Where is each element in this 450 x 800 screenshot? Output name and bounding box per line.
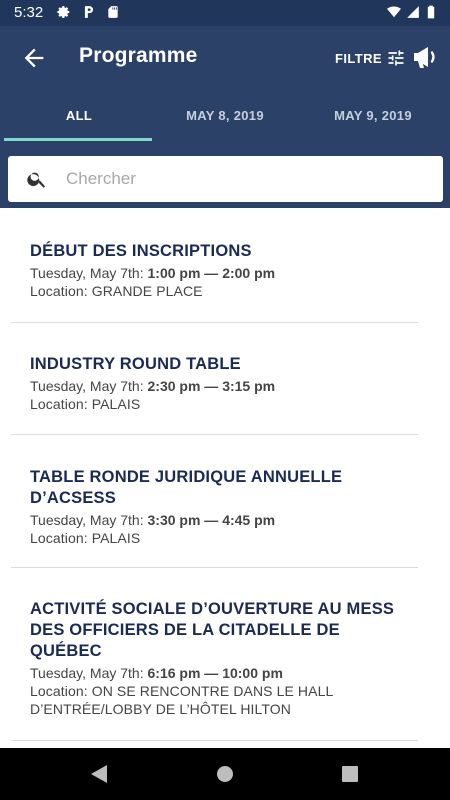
- event-day: Tuesday, May 7th:: [30, 265, 148, 281]
- filter-sliders-icon: [388, 50, 404, 66]
- divider: [11, 740, 418, 741]
- event-item[interactable]: ACTIVITÉ SOCIALE D’OUVERTURE AU MESS DES…: [11, 599, 418, 718]
- event-location: Location: GRANDE PLACE: [30, 283, 203, 299]
- status-bar: 5:32: [0, 0, 450, 26]
- app-bar: Programme FILTRE: [0, 26, 450, 90]
- event-day: Tuesday, May 7th:: [30, 665, 148, 681]
- tab-may-9[interactable]: MAY 9, 2019: [298, 90, 448, 142]
- event-title: DÉBUT DES INSCRIPTIONS: [30, 242, 252, 260]
- tab-indicator: [4, 138, 152, 141]
- tab-may-8[interactable]: MAY 8, 2019: [150, 90, 300, 142]
- event-day: Tuesday, May 7th:: [30, 378, 148, 394]
- event-location: Location: PALAIS: [30, 530, 141, 546]
- event-time: Tuesday, May 7th: 2:30 pm — 3:15 pm: [30, 377, 418, 395]
- home-circle-icon[interactable]: [216, 764, 234, 784]
- filter-label: FILTRE: [335, 50, 382, 66]
- recents-square-icon[interactable]: [341, 764, 359, 784]
- event-time: Tuesday, May 7th: 6:16 pm — 10:00 pm: [30, 664, 418, 682]
- event-hours: 2:30 pm — 3:15 pm: [147, 378, 276, 394]
- event-day: Tuesday, May 7th:: [30, 512, 148, 528]
- event-item[interactable]: DÉBUT DES INSCRIPTIONS Tuesday, May 7th:…: [11, 241, 418, 300]
- event-title-line: D’ACSESS: [30, 489, 116, 507]
- search-box: [8, 156, 443, 202]
- event-title-line: DES OFFICIERS DE LA CITADELLE DE: [30, 621, 340, 639]
- megaphone-icon[interactable]: [412, 44, 440, 70]
- system-nav-bar: [0, 748, 450, 800]
- status-time: 5:32: [14, 4, 44, 21]
- event-title-line: TABLE RONDE JURIDIQUE ANNUELLE: [30, 468, 343, 486]
- back-arrow-icon[interactable]: [20, 44, 48, 72]
- event-item[interactable]: INDUSTRY ROUND TABLE Tuesday, May 7th: 2…: [11, 354, 418, 413]
- parking-icon: [84, 6, 94, 18]
- event-location-line: Location: ON SE RENCONTRE DANS LE HALL: [30, 683, 334, 699]
- event-time: Tuesday, May 7th: 1:00 pm — 2:00 pm: [30, 264, 418, 282]
- divider: [11, 322, 418, 323]
- event-title: INDUSTRY ROUND TABLE: [30, 355, 241, 373]
- search-area: [0, 142, 450, 208]
- settings-icon: [57, 6, 70, 18]
- event-location-line: D’ENTRÉE/LOBBY DE L’HÔTEL HILTON: [30, 701, 291, 717]
- divider: [11, 567, 418, 568]
- signal-icon: [407, 6, 419, 18]
- tab-all[interactable]: ALL: [4, 90, 154, 142]
- event-title-line: QUÉBEC: [30, 642, 102, 660]
- back-triangle-icon[interactable]: [90, 764, 108, 784]
- page-title: Programme: [79, 44, 198, 67]
- sd-card-icon: [108, 6, 118, 18]
- date-tabs: ALL MAY 8, 2019 MAY 9, 2019: [0, 90, 450, 142]
- event-hours: 6:16 pm — 10:00 pm: [147, 665, 283, 681]
- event-hours: 3:30 pm — 4:45 pm: [147, 512, 276, 528]
- event-list: DÉBUT DES INSCRIPTIONS Tuesday, May 7th:…: [0, 210, 450, 748]
- search-input[interactable]: [66, 156, 426, 202]
- wifi-icon: [387, 6, 401, 18]
- event-hours: 1:00 pm — 2:00 pm: [147, 265, 276, 281]
- battery-icon: [427, 5, 435, 19]
- divider: [11, 434, 418, 435]
- event-location: Location: PALAIS: [30, 396, 141, 412]
- filter-button[interactable]: FILTRE: [335, 47, 406, 69]
- event-title-line: ACTIVITÉ SOCIALE D’OUVERTURE AU MESS: [30, 600, 395, 618]
- event-time: Tuesday, May 7th: 3:30 pm — 4:45 pm: [30, 511, 418, 529]
- event-item[interactable]: TABLE RONDE JURIDIQUE ANNUELLE D’ACSESS …: [11, 467, 418, 547]
- search-icon: [27, 172, 46, 188]
